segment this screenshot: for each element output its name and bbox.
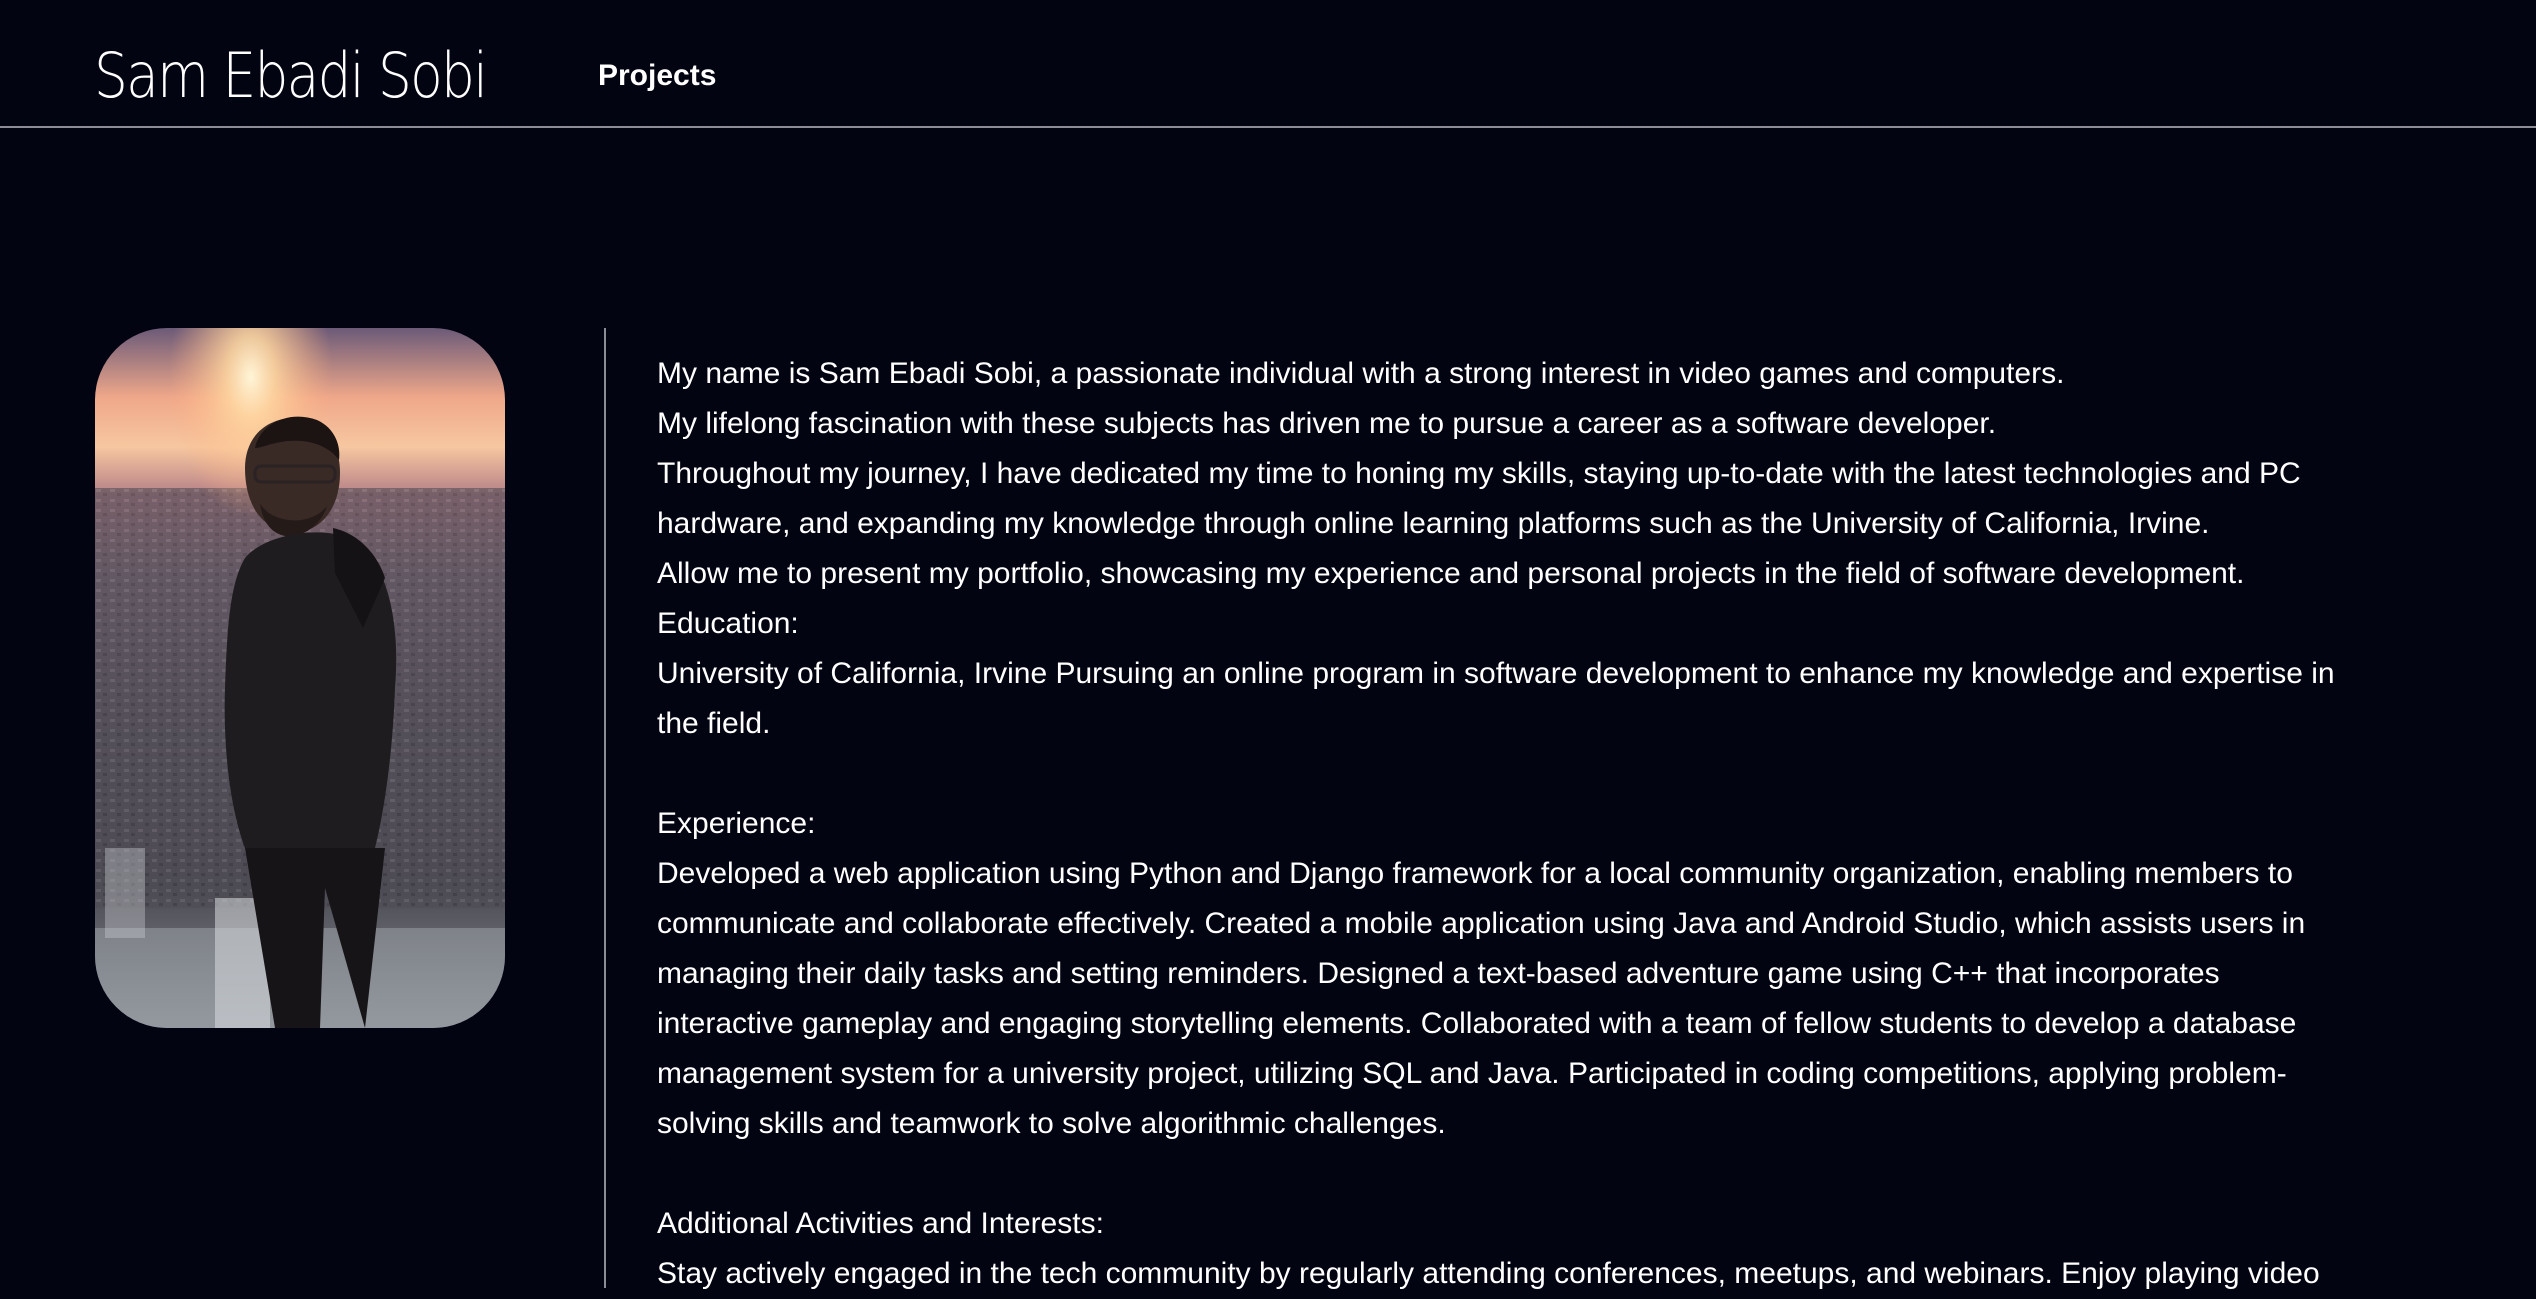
education-text: University of California, Irvine Pursuin… — [657, 657, 2335, 740]
activities-heading: Additional Activities and Interests: — [657, 1207, 1104, 1240]
nav-link-projects[interactable]: Projects — [598, 58, 716, 94]
profile-photo — [95, 328, 505, 1028]
experience-text: Developed a web application using Python… — [657, 857, 2306, 1140]
intro-line: My lifelong fascination with these subje… — [657, 407, 1997, 440]
content-divider — [604, 328, 606, 1288]
experience-heading: Experience: — [657, 807, 816, 840]
intro-line: Allow me to present my portfolio, showca… — [657, 557, 2245, 590]
portrait-photo-icon — [95, 328, 505, 1028]
education-heading: Education: — [657, 607, 799, 640]
intro-line: My name is Sam Ebadi Sobi, a passionate … — [657, 357, 2065, 390]
activities-text: Stay actively engaged in the tech commun… — [657, 1257, 2320, 1290]
intro-line: Throughout my journey, I have dedicated … — [657, 457, 2301, 540]
site-brand[interactable]: Sam Ebadi Sobi — [94, 38, 488, 114]
about-section: My name is Sam Ebadi Sobi, a passionate … — [657, 349, 2357, 1299]
site-header: Sam Ebadi Sobi Projects — [0, 0, 2536, 128]
